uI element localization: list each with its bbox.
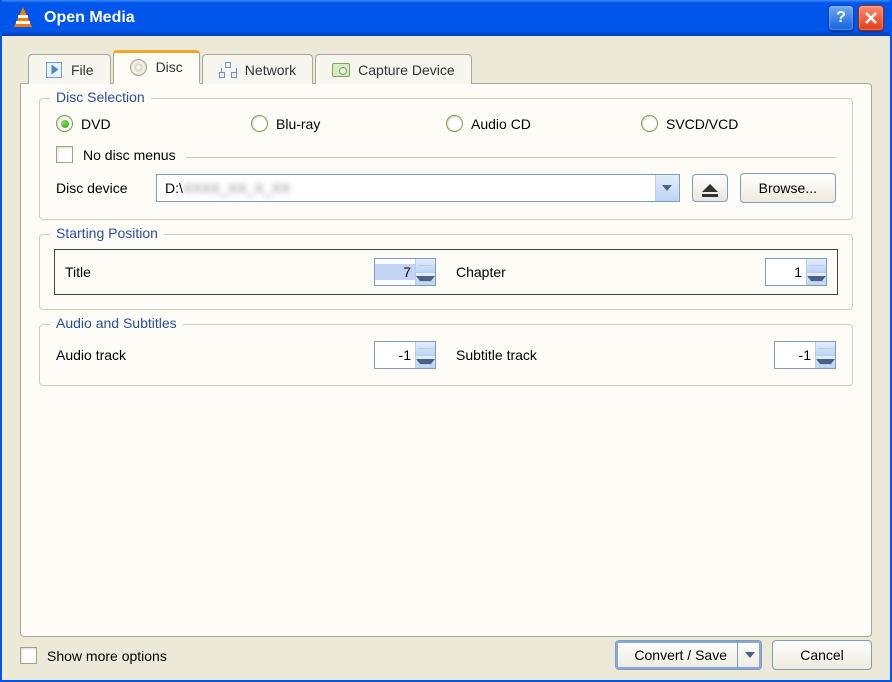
footer-buttons: Convert / Save Cancel (615, 640, 872, 670)
titlebar[interactable]: Open Media ? (2, 0, 890, 36)
radio-label: Audio CD (471, 116, 531, 132)
subtitle-track-spinner[interactable]: -1 (774, 341, 836, 369)
checkbox-icon (56, 146, 73, 163)
group-starting-position: Starting Position Title 7 Chap (39, 234, 853, 310)
subtitle-track-value: -1 (775, 347, 815, 363)
group-legend: Audio and Subtitles (50, 315, 183, 331)
capture-device-icon (332, 61, 350, 79)
eject-icon (702, 184, 718, 192)
tab-label: File (71, 62, 94, 78)
group-disc-selection: Disc Selection DVD Blu-ray Audio CD (39, 98, 853, 220)
disc-device-combo[interactable]: D:\ XXXX_XX_X_XX (156, 174, 680, 202)
spinner-down-icon[interactable] (816, 356, 835, 369)
convert-save-dropdown[interactable] (737, 640, 761, 670)
tab-label: Disc (156, 59, 183, 75)
help-button[interactable]: ? (828, 5, 854, 31)
tab-capture-device[interactable]: Capture Device (315, 54, 472, 84)
button-label: Convert / Save (634, 647, 727, 663)
window-title: Open Media (44, 9, 824, 27)
starting-position-row: Title 7 Chapter 1 (54, 249, 838, 295)
button-label: Browse... (759, 180, 817, 196)
title-value: 7 (375, 264, 415, 280)
disc-icon (130, 58, 148, 76)
tab-row: File Disc Network Capture Device (20, 50, 872, 84)
cancel-button[interactable]: Cancel (772, 640, 872, 670)
tab-network[interactable]: Network (202, 54, 313, 84)
spinner-down-icon[interactable] (807, 273, 826, 286)
open-media-window: Open Media ? File Disc Network Capture D… (0, 0, 892, 682)
chapter-spinner[interactable]: 1 (765, 258, 827, 286)
radio-icon (446, 115, 463, 132)
title-label: Title (65, 264, 91, 280)
chapter-value: 1 (766, 264, 806, 280)
radio-icon (641, 115, 658, 132)
radio-label: SVCD/VCD (666, 116, 738, 132)
checkbox-no-disc-menus[interactable]: No disc menus (56, 146, 176, 163)
vlc-cone-icon (12, 7, 34, 29)
checkbox-label: Show more options (47, 648, 167, 664)
title-spinner[interactable]: 7 (374, 258, 436, 286)
checkbox-label: No disc menus (83, 147, 176, 163)
audio-track-value: -1 (375, 347, 415, 363)
client-area: File Disc Network Capture Device Disc Se… (2, 36, 890, 680)
audio-track-spinner[interactable]: -1 (374, 341, 436, 369)
audio-subtitles-row: Audio track -1 Subtitle track -1 (56, 341, 836, 369)
button-label: Cancel (800, 647, 844, 663)
file-icon (45, 61, 63, 79)
radio-label: Blu-ray (276, 116, 320, 132)
close-icon (864, 11, 878, 25)
spinner-down-icon[interactable] (416, 356, 435, 369)
radio-label: DVD (81, 116, 111, 132)
close-button[interactable] (858, 5, 884, 31)
tab-panel-disc: Disc Selection DVD Blu-ray Audio CD (20, 83, 872, 637)
spinner-up-icon[interactable] (416, 259, 435, 273)
disc-type-row: DVD Blu-ray Audio CD SVCD/VCD (56, 115, 836, 132)
group-legend: Disc Selection (50, 89, 151, 105)
convert-save-button[interactable]: Convert / Save (615, 640, 762, 670)
audio-track-label: Audio track (56, 347, 126, 363)
obscured-text: XXXX_XX_X_XX (183, 180, 290, 196)
chevron-down-icon (745, 652, 755, 658)
radio-audio-cd[interactable]: Audio CD (446, 115, 641, 132)
tab-disc[interactable]: Disc (113, 50, 200, 84)
chevron-down-icon[interactable] (655, 175, 679, 201)
disc-device-label: Disc device (56, 180, 144, 196)
checkbox-icon (20, 647, 37, 664)
disc-device-value: D:\ (165, 180, 183, 196)
spinner-up-icon[interactable] (416, 342, 435, 356)
disc-device-row: Disc device D:\ XXXX_XX_X_XX Browse... (56, 173, 836, 203)
group-audio-subtitles: Audio and Subtitles Audio track -1 (39, 324, 853, 386)
tab-label: Capture Device (358, 62, 455, 78)
browse-button[interactable]: Browse... (740, 173, 836, 203)
chapter-label: Chapter (456, 264, 506, 280)
spinner-up-icon[interactable] (816, 342, 835, 356)
network-icon (219, 61, 237, 79)
spinner-down-icon[interactable] (416, 273, 435, 286)
radio-icon (56, 115, 73, 132)
tab-file[interactable]: File (28, 54, 111, 84)
divider (186, 157, 836, 158)
eject-button[interactable] (692, 174, 728, 202)
radio-dvd[interactable]: DVD (56, 115, 251, 132)
group-legend: Starting Position (50, 225, 164, 241)
radio-bluray[interactable]: Blu-ray (251, 115, 446, 132)
radio-icon (251, 115, 268, 132)
tab-label: Network (245, 62, 296, 78)
spinner-up-icon[interactable] (807, 259, 826, 273)
subtitle-track-label: Subtitle track (456, 347, 537, 363)
checkbox-show-more-options[interactable]: Show more options (20, 647, 167, 664)
radio-svcd-vcd[interactable]: SVCD/VCD (641, 115, 836, 132)
